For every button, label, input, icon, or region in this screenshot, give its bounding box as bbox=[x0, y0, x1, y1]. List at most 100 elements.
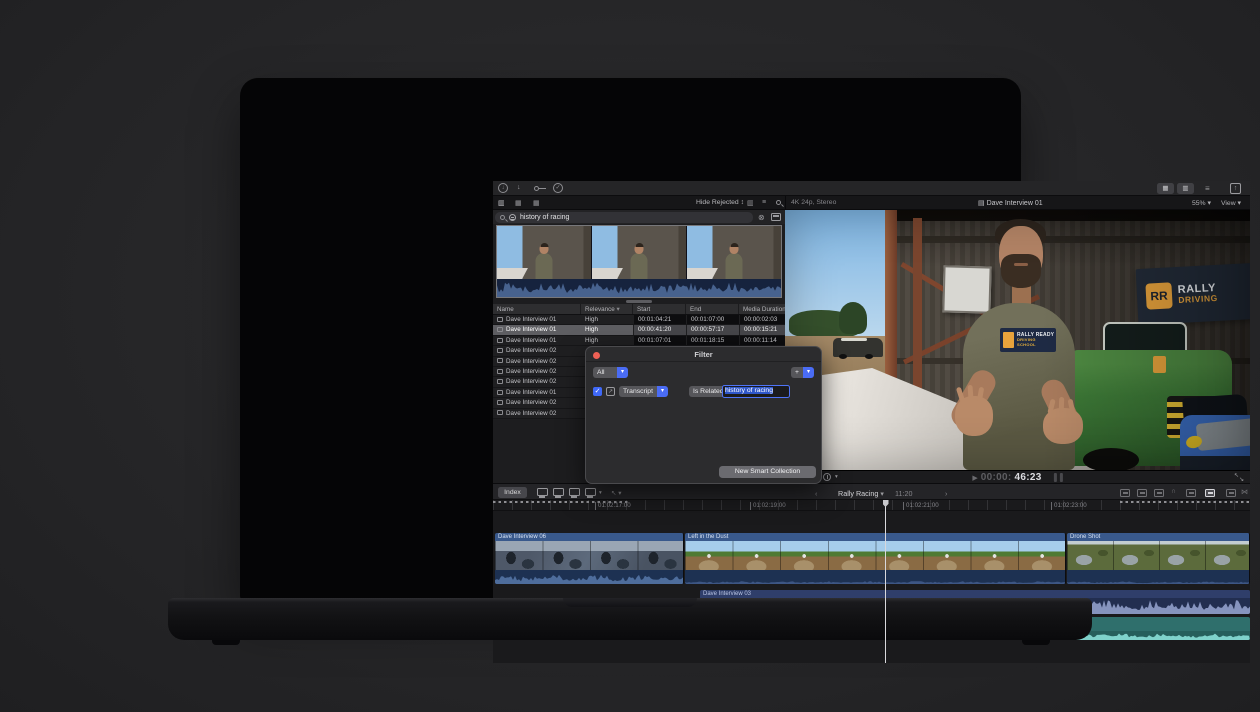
hide-rejected-menu[interactable]: Hide Rejected ↕ bbox=[696, 199, 744, 206]
timeline-ruler[interactable]: 01:02:17:00 01:02:19:00 01:02:21:00 01:0… bbox=[493, 500, 1250, 511]
playhead[interactable] bbox=[885, 500, 886, 663]
clip-icon bbox=[497, 410, 503, 415]
clip-thumbnails bbox=[495, 541, 683, 570]
inspector-icon[interactable]: ≡ bbox=[1205, 184, 1210, 193]
clip-appearance-icon[interactable] bbox=[1226, 489, 1236, 497]
rule-value-field[interactable]: history of racing bbox=[722, 385, 790, 398]
search-icon[interactable] bbox=[776, 200, 781, 205]
append-edit-icon[interactable] bbox=[569, 488, 580, 496]
audio-meter[interactable] bbox=[1060, 473, 1063, 482]
ruler-dash-segment bbox=[1120, 501, 1250, 503]
fullscreen-icon[interactable] bbox=[1234, 472, 1244, 483]
panel-header-bar: ▥ ▦ ▦ Hide Rejected ↕ ▥ ≡ bbox=[493, 196, 1250, 210]
viewer-vignette bbox=[785, 210, 1250, 470]
clip-title-bar: Left in the Dust bbox=[685, 533, 1065, 541]
filter-window-title: Filter bbox=[694, 350, 712, 359]
float-window-icon[interactable] bbox=[771, 213, 781, 221]
audio-meter[interactable] bbox=[1054, 473, 1057, 482]
rule-transcript-icon: ↗ bbox=[606, 387, 615, 396]
background-tasks-icon[interactable]: ✓ bbox=[553, 183, 563, 193]
column-name[interactable]: Name bbox=[493, 304, 581, 314]
playback-settings-icon[interactable] bbox=[823, 473, 831, 481]
audio-skimming-icon[interactable]: ∩ bbox=[1171, 488, 1176, 495]
viewer-zoom-menu[interactable]: 55% ▾ bbox=[1192, 199, 1211, 207]
skimmer-icon[interactable]: ⋈ bbox=[1241, 488, 1248, 496]
laptop-foot bbox=[212, 640, 240, 645]
share-icon[interactable]: ↑ bbox=[1230, 183, 1241, 194]
filter-scope-popup[interactable]: All▾ bbox=[593, 367, 628, 378]
list-view-icon[interactable]: ≡ bbox=[762, 199, 766, 206]
keyword-collection-icon[interactable]: ▦ bbox=[515, 199, 522, 207]
solo-icon[interactable] bbox=[1205, 489, 1215, 497]
close-button[interactable] bbox=[593, 352, 600, 359]
rule-enabled-checkbox[interactable]: ✓ bbox=[593, 387, 602, 396]
timeline-toolbar: Index ▾ ↖ ▾ ‹ Rally Racing ▾ 11:20 › ∩ ⋈ bbox=[493, 483, 1250, 500]
sidebar-toggle-icon[interactable]: ▥ bbox=[498, 199, 505, 207]
timeline-clip-dave-interview-06[interactable]: Dave Interview 06 bbox=[495, 533, 684, 584]
play-button[interactable]: ▶ bbox=[972, 474, 977, 482]
clip-row-selected[interactable]: Dave Interview 01 High 00:00:41:20 00:00… bbox=[493, 325, 785, 335]
timeline-back-button[interactable]: ‹ bbox=[815, 489, 817, 498]
clip-icon bbox=[497, 379, 503, 384]
viewer-video-frame[interactable]: RR RALLYDRIVING RALLY READYDRIVING SCHOO… bbox=[785, 210, 1250, 470]
add-rule-button[interactable]: +▾ bbox=[791, 367, 814, 378]
search-field[interactable]: history of racing bbox=[495, 212, 753, 223]
timeline-clip-left-in-the-dust[interactable]: Left in the Dust bbox=[685, 533, 1066, 584]
timecode-display[interactable]: 46:23 bbox=[1015, 472, 1042, 483]
timeline-clip-drone-shot[interactable]: Drone Shot bbox=[1067, 533, 1250, 584]
ruler-label: 01:02:19:00 bbox=[750, 502, 786, 510]
search-icon bbox=[500, 215, 505, 220]
search-settings-icon[interactable]: ⊗ bbox=[758, 213, 765, 222]
overwrite-edit-icon[interactable] bbox=[585, 488, 596, 496]
column-end[interactable]: End bbox=[686, 304, 739, 314]
final-cut-pro-window: ↓ ↓ ✓ ▦ ▥ ≡ ↑ ▥ ▦ ▦ Hide Rejected ↕ ▥ ≡ … bbox=[493, 181, 1250, 663]
clip-table-header[interactable]: Name Relevance ▾ Start End Media Duratio… bbox=[493, 304, 785, 315]
search-text: history of racing bbox=[520, 214, 569, 221]
column-start[interactable]: Start bbox=[633, 304, 686, 314]
download-icon[interactable]: ↓ bbox=[517, 184, 521, 191]
snapping-icon[interactable] bbox=[1186, 489, 1196, 497]
position-tool-icon[interactable] bbox=[1137, 489, 1147, 497]
edit-options-chevron-icon[interactable]: ▾ bbox=[599, 490, 602, 496]
filmstrip-scroll-handle[interactable] bbox=[626, 300, 652, 303]
project-menu[interactable]: Rally Racing ▾ bbox=[838, 489, 884, 498]
clip-title-bar: Drone Shot bbox=[1067, 533, 1249, 541]
filter-window[interactable]: Filter All▾ +▾ ✓ ↗ Transcript▾ Is Relate… bbox=[585, 346, 822, 484]
presenter-thumbnail bbox=[726, 253, 743, 279]
clip-filmstrip-preview[interactable] bbox=[496, 225, 782, 298]
filter-window-titlebar[interactable]: Filter bbox=[586, 347, 821, 362]
ruler-label: 01:02:23:00 bbox=[1051, 502, 1087, 510]
clip-row[interactable]: Dave Interview 01 High 00:01:07:01 00:01… bbox=[493, 336, 785, 346]
presenter-thumbnail bbox=[536, 253, 553, 279]
clip-title-bar: Dave Interview 06 bbox=[495, 533, 683, 541]
chevron-down-icon[interactable]: ▾ bbox=[835, 474, 838, 480]
import-media-icon[interactable]: ↓ bbox=[498, 183, 508, 193]
column-duration[interactable]: Media Duration bbox=[739, 304, 785, 314]
rule-type-popup[interactable]: Transcript▾ bbox=[619, 386, 668, 397]
insert-edit-icon[interactable] bbox=[553, 488, 564, 496]
new-smart-collection-button[interactable]: New Smart Collection bbox=[719, 466, 816, 478]
index-button[interactable]: Index bbox=[498, 487, 527, 498]
timecode-hours: 00:00: bbox=[981, 472, 1012, 483]
clip-icon bbox=[497, 400, 503, 405]
clip-icon bbox=[497, 348, 503, 353]
timeline-forward-button[interactable]: › bbox=[945, 489, 947, 498]
filmstrip-view-icon[interactable]: ▥ bbox=[747, 199, 754, 207]
clip-icon bbox=[497, 338, 503, 343]
connect-edit-icon[interactable] bbox=[537, 488, 548, 496]
timeline-layout-toggle[interactable]: ▥ bbox=[1177, 183, 1194, 194]
pointer-tool-menu[interactable]: ↖ ▾ bbox=[611, 489, 622, 497]
range-tool-icon[interactable] bbox=[1154, 489, 1164, 497]
column-relevance[interactable]: Relevance ▾ bbox=[581, 304, 633, 314]
ruler-label: 01:02:17:00 bbox=[595, 502, 631, 510]
media-format-info: 4K 24p, Stereo bbox=[791, 199, 836, 206]
browser-layout-toggle[interactable]: ▦ bbox=[1157, 183, 1174, 194]
keyword-editor-icon[interactable] bbox=[534, 186, 539, 191]
ruler-label: 01:02:21:00 bbox=[903, 502, 939, 510]
smart-collection-icon[interactable]: ▦ bbox=[533, 199, 540, 207]
viewer-view-menu[interactable]: View ▾ bbox=[1221, 199, 1241, 207]
filmstrip-frame bbox=[592, 226, 686, 279]
trim-tool-icon[interactable] bbox=[1120, 489, 1130, 497]
clip-audio-waveform bbox=[495, 570, 683, 584]
clip-row[interactable]: Dave Interview 01 High 00:01:04:21 00:01… bbox=[493, 315, 785, 325]
